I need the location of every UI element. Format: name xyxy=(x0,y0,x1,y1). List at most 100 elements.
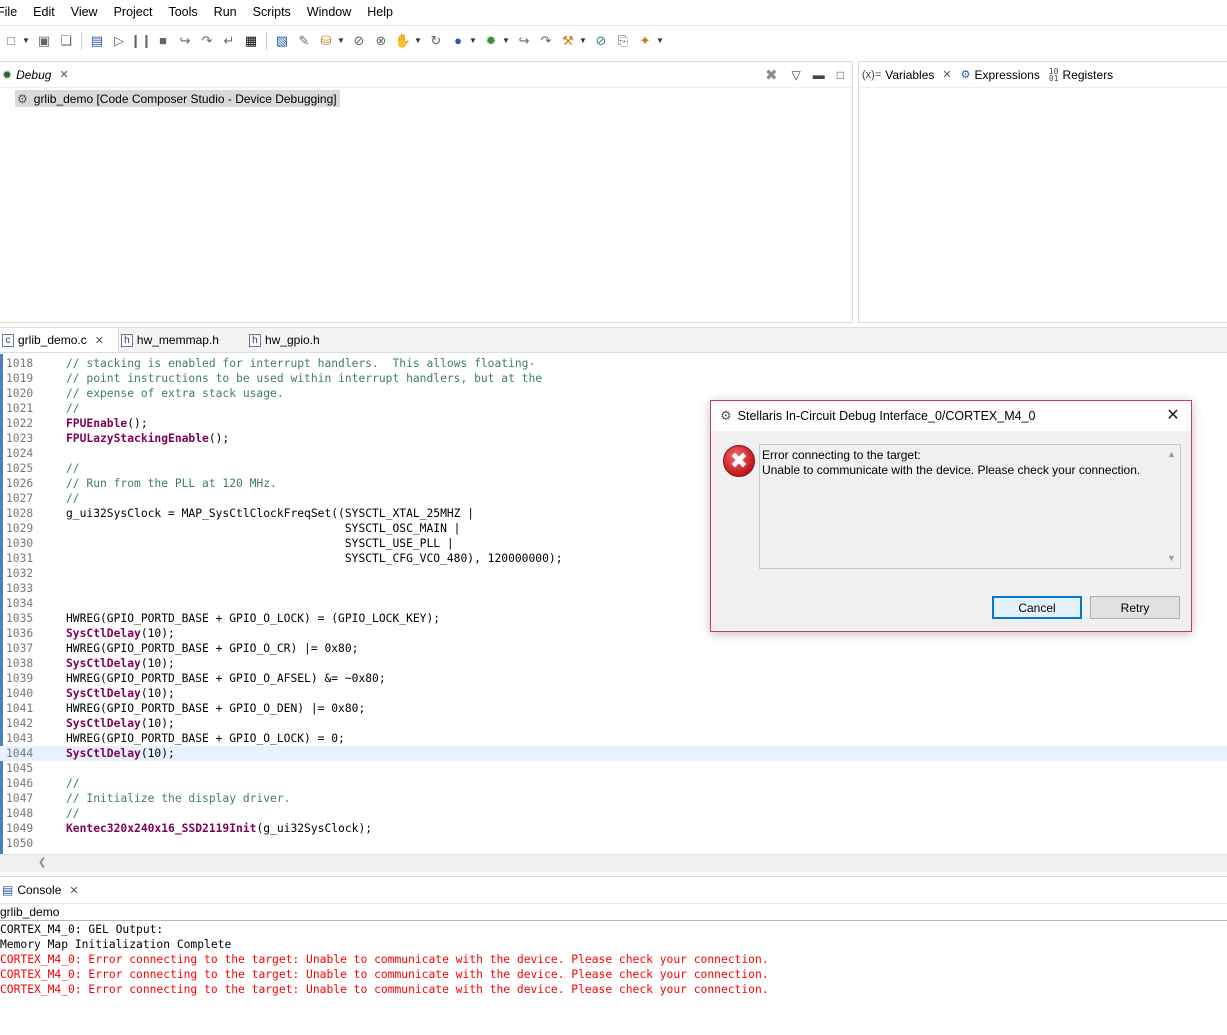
code-rest: (10); xyxy=(140,747,175,760)
clipboard-icon[interactable]: ⎘ xyxy=(614,32,632,50)
code-text: // xyxy=(66,492,80,505)
tab-registers[interactable]: 10 01 Registers xyxy=(1046,62,1119,88)
code-line[interactable]: 1044 SysCtlDelay(10); xyxy=(0,746,1227,761)
close-icon[interactable]: ✕ xyxy=(69,884,78,897)
tab-variables[interactable]: (x)= Variables ✕ xyxy=(859,62,958,88)
step-instruction-icon[interactable]: ↪ xyxy=(515,32,533,50)
bug-dropdown-icon[interactable]: ▼ xyxy=(502,36,510,45)
wand-dropdown-icon[interactable]: ▼ xyxy=(656,36,664,45)
search-icon[interactable]: ⊘ xyxy=(592,32,610,50)
code-line[interactable]: 1019 // point instructions to be used wit… xyxy=(0,371,1227,386)
menu-file[interactable]: File xyxy=(0,0,26,24)
code-line[interactable]: 1041 HWREG(GPIO_PORTD_BASE + GPIO_O_DEN) … xyxy=(0,701,1227,716)
menu-view[interactable]: View xyxy=(62,0,107,24)
debug-connect-icon[interactable]: ▧ xyxy=(273,32,291,50)
build-dropdown-icon[interactable]: ▼ xyxy=(579,36,587,45)
step-return-icon[interactable]: ↵ xyxy=(220,32,238,50)
code-text: FPUEnable(); xyxy=(66,416,148,431)
terminal-icon[interactable]: ▤ xyxy=(88,32,106,50)
code-rest: (g_ui32SysClock); xyxy=(256,822,373,835)
tab-debug[interactable]: ✹ Debug ✕ xyxy=(0,62,77,88)
tab-console[interactable]: ▤ Console ✕ xyxy=(0,877,87,903)
scroll-down-icon[interactable]: ▼ xyxy=(1167,551,1176,566)
code-rest: (10); xyxy=(140,687,175,700)
retry-button[interactable]: Retry xyxy=(1090,596,1180,619)
run-debug-icon[interactable]: ● xyxy=(449,32,467,50)
new-icon[interactable]: □ xyxy=(2,32,20,50)
code-line[interactable]: 1050 xyxy=(0,836,1227,851)
line-number: 1034 xyxy=(6,597,34,610)
code-line[interactable]: 1038 SysCtlDelay(10); xyxy=(0,656,1227,671)
remove-all-terminated-icon[interactable]: ✖ xyxy=(765,66,778,84)
save-all-icon[interactable]: ❏ xyxy=(57,32,75,50)
menu-window[interactable]: Window xyxy=(298,0,360,24)
close-icon[interactable]: ✕ xyxy=(59,68,68,81)
step-over-icon[interactable]: ↷ xyxy=(198,32,216,50)
hand-dropdown-icon[interactable]: ▼ xyxy=(414,36,422,45)
line-number: 1050 xyxy=(6,837,34,850)
run-debug-dropdown-icon[interactable]: ▼ xyxy=(469,36,477,45)
load-program-icon[interactable]: ⛁ xyxy=(317,32,335,50)
code-line[interactable]: 1043 HWREG(GPIO_PORTD_BASE + GPIO_O_LOCK)… xyxy=(0,731,1227,746)
menu-run[interactable]: Run xyxy=(205,0,246,24)
error-dialog: ⚙ Stellaris In-Circuit Debug Interface_0… xyxy=(710,400,1192,632)
line-number: 1040 xyxy=(6,687,34,700)
dialog-titlebar[interactable]: ⚙ Stellaris In-Circuit Debug Interface_0… xyxy=(711,401,1191,431)
dialog-message[interactable]: Error connecting to the target: Unable t… xyxy=(759,444,1181,569)
close-icon[interactable]: ✕ xyxy=(95,334,104,347)
save-icon[interactable]: ▣ xyxy=(35,32,53,50)
new-dropdown-icon[interactable]: ▼ xyxy=(22,36,30,45)
close-icon[interactable]: ✕ xyxy=(1163,405,1183,425)
code-line[interactable]: 1046 // xyxy=(0,776,1227,791)
step-into-icon[interactable]: ↪ xyxy=(176,32,194,50)
step-over-instruction-icon[interactable]: ↷ xyxy=(537,32,555,50)
reset-icon[interactable]: ⊘ xyxy=(350,32,368,50)
menu-tools[interactable]: Tools xyxy=(159,0,206,24)
load-dropdown-icon[interactable]: ▼ xyxy=(337,36,345,45)
code-line[interactable]: 1045 xyxy=(0,761,1227,776)
tab-grlib-demo-c[interactable]: c grlib_demo.c ✕ xyxy=(0,328,119,352)
restart-icon[interactable]: ⊗ xyxy=(372,32,390,50)
horizontal-scrollbar[interactable]: ❮ xyxy=(0,854,1227,872)
build-hammer-icon[interactable]: ⚒ xyxy=(559,32,577,50)
menu-project[interactable]: Project xyxy=(105,0,162,24)
resume-icon[interactable]: ▷ xyxy=(110,32,128,50)
memory-grid-icon[interactable]: ▦ xyxy=(242,32,260,50)
scroll-left-icon[interactable]: ❮ xyxy=(38,857,46,868)
refresh-icon[interactable]: ↻ xyxy=(427,32,445,50)
bug-icon[interactable]: ✹ xyxy=(482,32,500,50)
code-line[interactable]: 1037 HWREG(GPIO_PORTD_BASE + GPIO_O_CR) |… xyxy=(0,641,1227,656)
code-line[interactable]: 1049 Kentec320x240x16_SSD2119Init(g_ui32S… xyxy=(0,821,1227,836)
menu-bar: File Edit View Project Tools Run Scripts Window… xyxy=(0,0,1227,24)
minimize-icon[interactable]: ▬ xyxy=(813,68,825,82)
toolbar-divider xyxy=(266,31,267,50)
terminate-icon[interactable]: ■ xyxy=(154,32,172,50)
code-line[interactable]: 1040 SysCtlDelay(10); xyxy=(0,686,1227,701)
code-line[interactable]: 1039 HWREG(GPIO_PORTD_BASE + GPIO_O_AFSEL… xyxy=(0,671,1227,686)
tab-hw-memmap-h[interactable]: h hw_memmap.h xyxy=(119,328,233,352)
tab-expressions[interactable]: ⚙ Expressions xyxy=(958,62,1046,88)
code-line[interactable]: 1042 SysCtlDelay(10); xyxy=(0,716,1227,731)
code-line[interactable]: 1018 // stacking is enabled for interrupt… xyxy=(0,356,1227,371)
view-menu-icon[interactable]: ▽ xyxy=(792,68,801,82)
code-line[interactable]: 1020 // expense of extra stack usage. xyxy=(0,386,1227,401)
console-view: ▤ Console ✕ grlib_demo CORTEX_M4_0: GEL … xyxy=(0,876,1227,1035)
wand-icon[interactable]: ✦ xyxy=(636,32,654,50)
menu-help[interactable]: Help xyxy=(358,0,402,24)
debug-session-item[interactable]: ⚙ grlib_demo [Code Composer Studio - Dev… xyxy=(15,90,340,107)
menu-scripts[interactable]: Scripts xyxy=(244,0,300,24)
menu-edit[interactable]: Edit xyxy=(24,0,64,24)
toolbar-divider xyxy=(81,31,82,50)
suspend-icon[interactable]: ❙❙ xyxy=(130,32,152,50)
code-line[interactable]: 1047 // Initialize the display driver. xyxy=(0,791,1227,806)
close-icon[interactable]: ✕ xyxy=(942,68,951,81)
hand-icon[interactable]: ✋ xyxy=(394,32,412,50)
breakpoint-icon[interactable]: ✎ xyxy=(295,32,313,50)
message-scrollbar[interactable]: ▲ ▼ xyxy=(1163,445,1180,568)
code-text: // xyxy=(66,402,80,415)
maximize-icon[interactable]: □ xyxy=(837,68,844,82)
scroll-up-icon[interactable]: ▲ xyxy=(1167,447,1176,462)
tab-hw-gpio-h[interactable]: h hw_gpio.h xyxy=(233,328,334,352)
code-line[interactable]: 1048 // xyxy=(0,806,1227,821)
cancel-button[interactable]: Cancel xyxy=(992,596,1082,619)
